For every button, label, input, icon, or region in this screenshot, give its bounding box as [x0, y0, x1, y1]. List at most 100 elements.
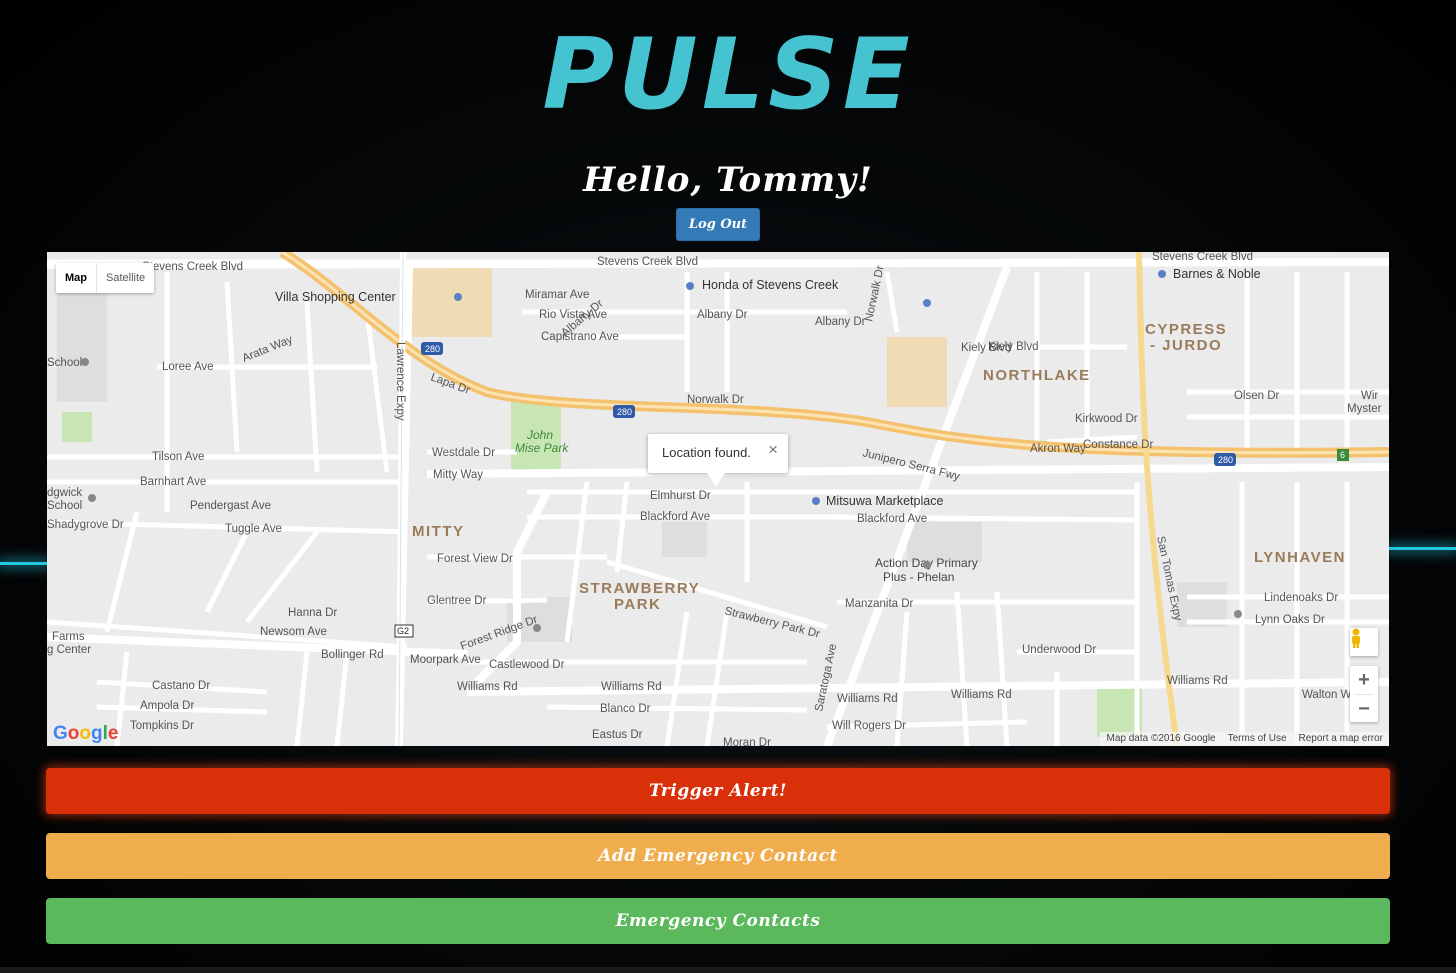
- label-arata-way: Arata Way: [241, 334, 295, 365]
- label-norwalk-dr: Norwalk Dr: [863, 264, 887, 322]
- label-mitty-way: Mitty Way: [433, 469, 483, 481]
- shield-280-text: 280: [425, 344, 440, 354]
- pegman-icon: [1352, 628, 1360, 648]
- label-blanco-dr: Blanco Dr: [600, 703, 651, 715]
- label-blackford-ave: Blackford Ave: [857, 513, 927, 525]
- label-albany-dr: Albany Dr: [815, 316, 866, 328]
- emergency-contacts-button[interactable]: Emergency Contacts: [46, 898, 1390, 944]
- zoom-in-button[interactable]: +: [1350, 666, 1378, 694]
- label-hanna-dr: Hanna Dr: [288, 607, 337, 619]
- label-winchester-mystery: Myster: [1347, 403, 1382, 415]
- label-castlewood-dr: Castlewood Dr: [489, 659, 565, 671]
- shield-g2-text: G2: [397, 626, 409, 636]
- label-elmhurst-dr: Elmhurst Dr: [650, 490, 711, 502]
- label-loree-ave: Loree Ave: [162, 361, 214, 373]
- bottom-scrollbar[interactable]: [0, 967, 1456, 973]
- label-barnhart-ave: Barnhart Ave: [140, 476, 206, 488]
- popup-tail: [707, 473, 725, 487]
- popup-text: Location found.: [662, 445, 751, 460]
- label-junipero-serra: Junipero Serra Fwy: [861, 447, 961, 483]
- label-mitty: MITTY: [412, 523, 465, 540]
- label-school: School: [47, 357, 82, 369]
- label-manzanita-dr: Manzanita Dr: [845, 598, 914, 610]
- label-blackford-ave: Blackford Ave: [640, 511, 710, 523]
- label-moorpark-ave: Moorpark Ave: [410, 654, 481, 666]
- label-tilson-ave: Tilson Ave: [152, 451, 204, 463]
- label-sedgwick-school: School: [47, 500, 82, 512]
- label-williams-rd: Williams Rd: [837, 693, 898, 705]
- label-cypress-jurdo: - JURDO: [1150, 337, 1222, 354]
- background-glow-right: [1388, 547, 1456, 550]
- google-logo: Google: [53, 723, 119, 744]
- report-map-error-link[interactable]: Report a map error: [1293, 732, 1389, 746]
- zoom-control: + −: [1350, 666, 1378, 722]
- label-lawrence-expy: Lawrence Expy: [394, 342, 406, 421]
- label-moran-dr: Moran Dr: [723, 737, 771, 746]
- label-miramar-ave: Miramar Ave: [525, 289, 589, 301]
- label-williams-rd: Williams Rd: [951, 689, 1012, 701]
- label-pendergast-ave: Pendergast Ave: [190, 500, 271, 512]
- label-eastus-dr: Eastus Dr: [592, 729, 643, 741]
- location-popup: Location found. ×: [648, 434, 788, 487]
- car-dealer-icon: [686, 282, 694, 290]
- label-action-day: Plus - Phelan: [883, 570, 954, 584]
- label-ampola-dr: Ampola Dr: [140, 700, 194, 712]
- shopping-area: [412, 267, 492, 337]
- shopping-icon: [923, 299, 931, 307]
- label-barnes-noble: Barnes & Noble: [1173, 267, 1261, 281]
- map-type-map-button[interactable]: Map: [56, 263, 97, 293]
- background-glow-left: [0, 562, 48, 565]
- map-type-control: Map Satellite: [56, 263, 155, 293]
- trigger-alert-button[interactable]: Trigger Alert!: [46, 768, 1390, 814]
- label-albany-dr: Albany Dr: [697, 309, 748, 321]
- label-farms-center: g Center: [47, 644, 91, 656]
- label-williams-rd: Williams Rd: [601, 681, 662, 693]
- app-logo: PULSE: [542, 18, 914, 132]
- add-emergency-contact-button[interactable]: Add Emergency Contact: [46, 833, 1390, 879]
- label-will-rogers-dr: Will Rogers Dr: [832, 720, 906, 732]
- label-lynn-oaks-dr: Lynn Oaks Dr: [1255, 614, 1325, 626]
- map-canvas[interactable]: Stevens Creek Blvd Stevens Creek Blvd St…: [47, 252, 1389, 746]
- store-icon: [1158, 270, 1166, 278]
- label-john-mise-park: John: [526, 428, 553, 442]
- close-icon[interactable]: ×: [768, 440, 778, 460]
- map-view[interactable]: Stevens Creek Blvd Stevens Creek Blvd St…: [47, 252, 1389, 746]
- school-icon: [533, 624, 541, 632]
- grocery-icon: [812, 497, 820, 505]
- label-mitsuwa: Mitsuwa Marketplace: [826, 494, 943, 508]
- school-icon: [923, 561, 931, 569]
- zoom-out-button[interactable]: −: [1350, 695, 1378, 723]
- shopping-icon: [454, 293, 462, 301]
- shield-280-text: 280: [617, 407, 632, 417]
- label-constance-dr: Constance Dr: [1083, 439, 1153, 451]
- label-castano-dr: Castano Dr: [152, 680, 210, 692]
- label-sedgwick-school: dgwick: [47, 487, 82, 499]
- terms-of-use-link[interactable]: Terms of Use: [1222, 732, 1293, 746]
- school-icon: [1234, 610, 1242, 618]
- label-strawberry-park: PARK: [614, 596, 661, 613]
- label-stevens-creek-blvd: Stevens Creek Blvd: [1152, 252, 1253, 263]
- map-type-satellite-button[interactable]: Satellite: [97, 263, 154, 293]
- label-saratoga-ave: Saratoga Ave: [813, 643, 839, 713]
- label-tompkins-dr: Tompkins Dr: [130, 720, 194, 732]
- greeting-heading: Hello, Tommy!: [583, 160, 873, 200]
- label-olsen-dr: Olsen Dr: [1234, 390, 1280, 402]
- label-farms-center: Farms: [52, 631, 85, 643]
- label-williams-rd: Williams Rd: [1167, 675, 1228, 687]
- label-tuggle-ave: Tuggle Ave: [225, 523, 282, 535]
- park-area: [62, 412, 92, 442]
- label-kiely-blvd: Kiely Blvd: [988, 341, 1039, 353]
- school-icon: [81, 358, 89, 366]
- label-bollinger-rd: Bollinger Rd: [321, 649, 384, 661]
- street-view-pegman[interactable]: [1350, 628, 1378, 656]
- label-akron-way: Akron Way: [1030, 443, 1086, 455]
- logout-button[interactable]: Log Out: [676, 208, 760, 241]
- label-lindenoaks-dr: Lindenoaks Dr: [1264, 592, 1338, 604]
- label-stevens-creek-blvd: Stevens Creek Blvd: [597, 256, 698, 268]
- shield-280-text: 280: [1218, 455, 1233, 465]
- label-underwood-dr: Underwood Dr: [1022, 644, 1096, 656]
- label-winchester-mystery: Wir: [1361, 390, 1378, 402]
- label-villa-shopping: Villa Shopping Center: [275, 290, 396, 304]
- label-northlake: NORTHLAKE: [983, 367, 1091, 384]
- shield-6-text: 6: [1340, 450, 1345, 460]
